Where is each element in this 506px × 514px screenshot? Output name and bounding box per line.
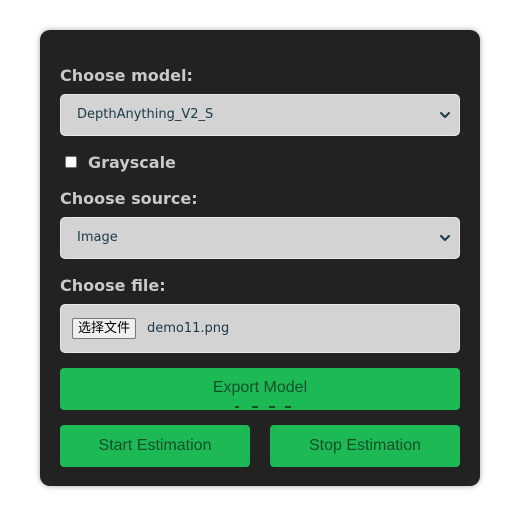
model-select[interactable]: DepthAnything_V2_S bbox=[60, 94, 460, 136]
source-label: Choose source: bbox=[60, 189, 198, 208]
start-estimation-button[interactable]: Start Estimation bbox=[60, 425, 250, 467]
export-model-label: Export Model bbox=[212, 379, 308, 396]
model-select-value: DepthAnything_V2_S bbox=[77, 107, 214, 122]
control-panel: Choose model: DepthAnything_V2_S Graysca… bbox=[40, 30, 480, 486]
source-select-value: Image bbox=[77, 230, 118, 245]
loading-indicator-icon bbox=[235, 406, 291, 408]
grayscale-checkbox[interactable] bbox=[65, 156, 77, 168]
chevron-down-icon bbox=[440, 112, 450, 118]
file-label: Choose file: bbox=[60, 276, 166, 295]
grayscale-label: Grayscale bbox=[88, 153, 176, 172]
export-model-button[interactable]: Export Model bbox=[60, 368, 460, 410]
selected-file-name: demo11.png bbox=[147, 321, 230, 336]
stop-estimation-button[interactable]: Stop Estimation bbox=[270, 425, 460, 467]
choose-file-button[interactable]: 选择文件 bbox=[72, 318, 137, 339]
file-input: 选择文件 demo11.png bbox=[60, 304, 460, 353]
model-label: Choose model: bbox=[60, 66, 193, 85]
source-select[interactable]: Image bbox=[60, 217, 460, 259]
chevron-down-icon bbox=[440, 235, 450, 241]
